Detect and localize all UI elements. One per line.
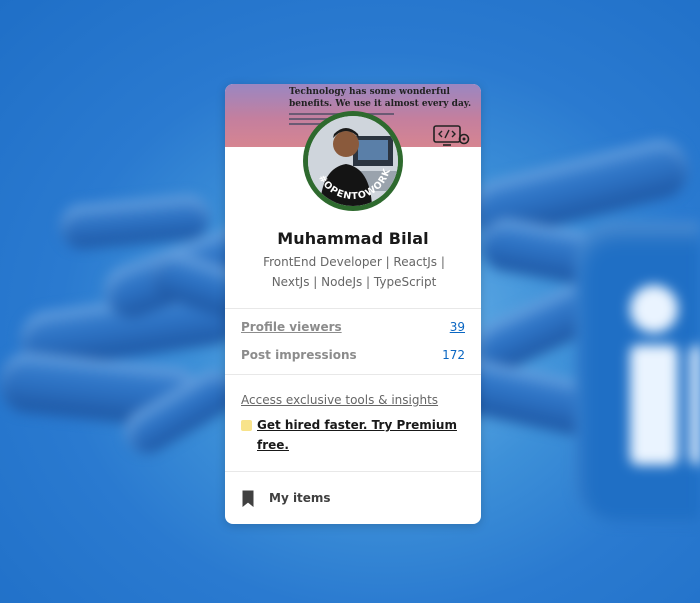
stat-label: Profile viewers <box>241 320 342 334</box>
open-to-work-badge: #OPENTOWORK <box>316 167 392 202</box>
banner-title: Technology has some wonderful benefits. … <box>289 87 472 109</box>
divider <box>225 471 481 472</box>
profile-name[interactable]: Muhammad Bilal <box>225 229 481 248</box>
try-premium-link[interactable]: Get hired faster. Try Premium free. <box>257 415 457 455</box>
stat-label: Post impressions <box>241 348 357 362</box>
stat-profile-viewers[interactable]: Profile viewers 39 <box>241 320 465 340</box>
code-gear-icon <box>433 125 470 146</box>
profile-headline: FrontEnd Developer | ReactJs | NextJs | … <box>263 255 445 289</box>
stat-post-impressions[interactable]: Post impressions 172 <box>241 348 465 368</box>
my-items-link[interactable]: My items <box>241 488 465 510</box>
my-items-label: My items <box>269 491 331 505</box>
stat-value: 172 <box>442 348 465 362</box>
premium-icon <box>241 420 252 431</box>
stat-value: 39 <box>449 320 465 334</box>
profile-card: Technology has some wonderful benefits. … <box>225 84 481 524</box>
premium-hint[interactable]: Access exclusive tools & insights <box>241 393 438 407</box>
divider <box>225 374 481 375</box>
open-to-work-frame: #OPENTOWORK <box>316 167 393 202</box>
svg-text:#OPENTOWORK: #OPENTOWORK <box>316 167 393 202</box>
bookmark-icon <box>242 490 254 507</box>
divider <box>225 308 481 309</box>
